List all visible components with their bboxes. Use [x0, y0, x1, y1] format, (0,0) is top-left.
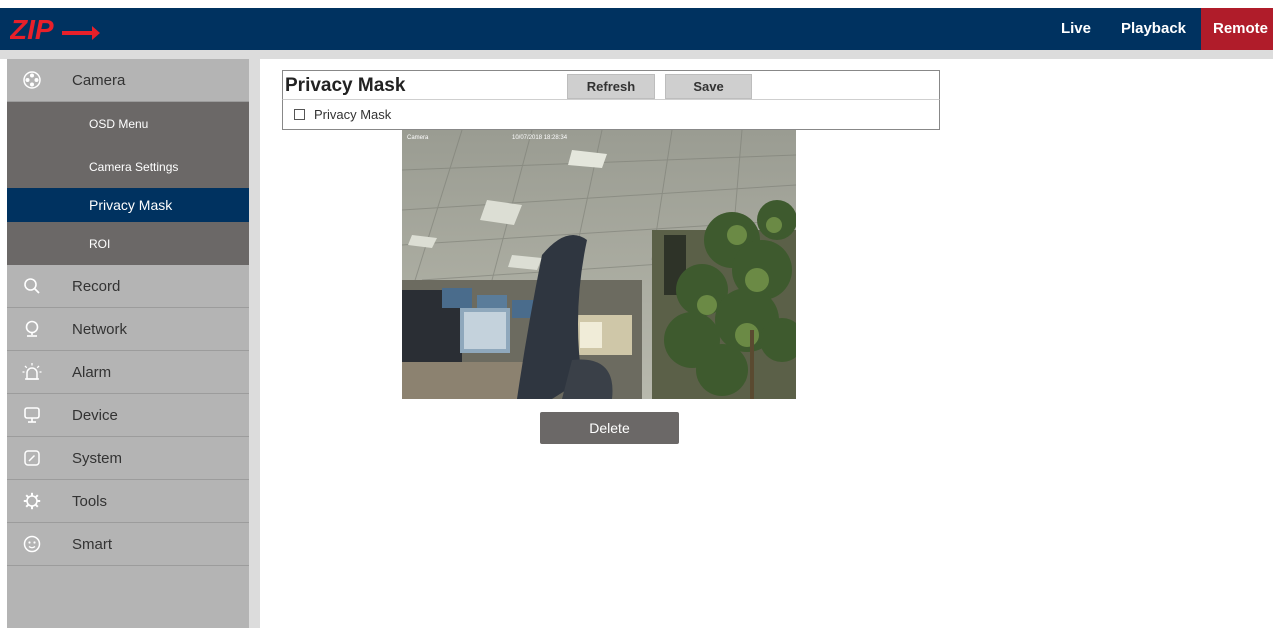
- sidebar: Camera OSD Menu Camera Settings Privacy …: [7, 59, 249, 628]
- camera-image: [402, 130, 796, 399]
- privacy-mask-panel-header: Privacy Mask Refresh Save: [282, 70, 940, 100]
- globe-pin-icon: [22, 319, 42, 339]
- nav-live[interactable]: Live: [1046, 8, 1106, 50]
- header-divider: [0, 50, 1273, 59]
- camera-reel-icon: [22, 70, 42, 90]
- top-navigation-bar: ZIP Live Playback Remote: [0, 8, 1273, 50]
- gear-icon: [22, 491, 42, 511]
- delete-button[interactable]: Delete: [540, 412, 679, 444]
- camera-submenu: OSD Menu Camera Settings Privacy Mask RO…: [7, 102, 249, 265]
- sidebar-item-label: Camera: [72, 71, 126, 89]
- refresh-button[interactable]: Refresh: [567, 74, 655, 99]
- nav-playback[interactable]: Playback: [1106, 8, 1201, 50]
- sidebar-item-label: Device: [72, 406, 118, 424]
- sidebar-item-label: System: [72, 449, 123, 467]
- sidebar-item-tools[interactable]: Tools: [7, 480, 249, 523]
- privacy-mask-checkbox-label[interactable]: Privacy Mask: [314, 107, 391, 122]
- sidebar-item-label: Record: [72, 277, 121, 295]
- osd-timestamp: 10/07/2018 18:28:34: [512, 135, 568, 141]
- sidebar-item-alarm[interactable]: Alarm: [7, 351, 249, 394]
- sidebar-item-network[interactable]: Network: [7, 308, 249, 351]
- sidebar-subitem-camera-settings[interactable]: Camera Settings: [7, 145, 249, 188]
- save-button[interactable]: Save: [665, 74, 752, 99]
- sidebar-scroll-strip: [249, 59, 260, 628]
- osd-camera-name: Camera: [407, 135, 429, 141]
- sidebar-subitem-roi[interactable]: ROI: [7, 222, 249, 265]
- sidebar-subitem-osd-menu[interactable]: OSD Menu: [7, 102, 249, 145]
- camera-live-view[interactable]: Camera 10/07/2018 18:28:34: [402, 130, 796, 399]
- alarm-light-icon: [22, 362, 42, 382]
- sidebar-item-label: Smart: [72, 535, 113, 553]
- privacy-mask-toggle-row: Privacy Mask: [282, 100, 940, 130]
- sidebar-item-label: Network: [72, 320, 128, 338]
- page-title: Privacy Mask: [285, 75, 406, 96]
- sidebar-item-smart[interactable]: Smart: [7, 523, 249, 566]
- nav-remote[interactable]: Remote: [1201, 8, 1273, 50]
- search-icon: [22, 276, 42, 296]
- sidebar-item-label: Tools: [72, 492, 108, 510]
- top-nav: Live Playback Remote: [1046, 8, 1273, 50]
- sidebar-subitem-privacy-mask[interactable]: Privacy Mask: [7, 188, 249, 222]
- sidebar-item-record[interactable]: Record: [7, 265, 249, 308]
- zip-logo[interactable]: ZIP: [9, 14, 100, 45]
- privacy-mask-checkbox[interactable]: [294, 109, 305, 120]
- svg-text:ZIP: ZIP: [10, 14, 54, 44]
- sidebar-item-device[interactable]: Device: [7, 394, 249, 437]
- sidebar-item-label: Alarm: [72, 363, 112, 381]
- sidebar-item-system[interactable]: System: [7, 437, 249, 480]
- sidebar-item-camera[interactable]: Camera: [7, 59, 249, 102]
- smart-face-icon: [22, 534, 42, 554]
- gauge-icon: [22, 448, 42, 468]
- monitor-icon: [22, 405, 42, 425]
